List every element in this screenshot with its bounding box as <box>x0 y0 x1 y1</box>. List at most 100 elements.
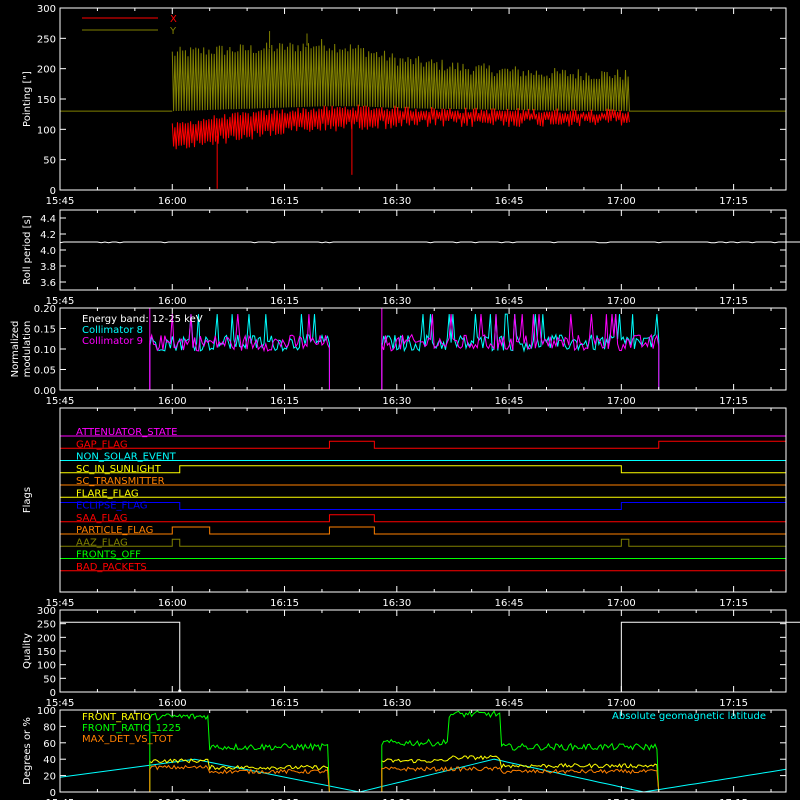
pointing-ytick-label: 150 <box>37 95 56 106</box>
pointing-x-series <box>171 104 630 150</box>
ratios-ytick-label: 20 <box>43 772 56 783</box>
roll-xtick-label: 17:00 <box>607 296 636 307</box>
flag-label: SC_TRANSMITTER <box>76 476 165 487</box>
pointing-ytick-label: 200 <box>37 65 56 76</box>
pointing-ylabel: Pointing ["] <box>22 71 33 127</box>
annotation-label: Absolute geomagnetic latitude <box>612 711 766 722</box>
legend-label: Collimator 8 <box>82 325 143 336</box>
flag-saa_flag <box>60 514 786 523</box>
modulation-series-0 <box>381 313 660 391</box>
legend-label: FRONT_RATIO_1225 <box>82 723 181 734</box>
quality-xtick-label: 16:15 <box>270 698 299 709</box>
roll-xtick-label: 16:45 <box>495 296 524 307</box>
pointing-ytick-label: 300 <box>37 4 56 15</box>
quality-ytick-label: 0 <box>50 688 56 699</box>
modulation-xtick-label: 17:15 <box>719 396 748 407</box>
legend-label: Energy band: 12-25 keV <box>82 314 203 325</box>
quality-xtick-label: 16:00 <box>158 698 187 709</box>
pointing-xtick-label: 16:45 <box>495 196 524 207</box>
flags-xtick-label: 16:00 <box>158 598 187 609</box>
ratios-ytick-label: 0 <box>50 788 56 799</box>
quality-ytick-label: 150 <box>37 647 56 658</box>
modulation-xtick-label: 16:30 <box>382 396 411 407</box>
pointing-ytick-label: 0 <box>50 186 56 197</box>
legend-label: X <box>170 14 177 25</box>
modulation-ytick-label: 0.00 <box>34 386 56 397</box>
pointing-xtick-label: 15:45 <box>46 196 75 207</box>
pointing-xtick-label: 16:00 <box>158 196 187 207</box>
quality-series <box>60 621 800 693</box>
quality-xtick-label: 16:45 <box>495 698 524 709</box>
ratio-series-front_ratio <box>149 754 660 793</box>
modulation-panel: Energy band: 12-25 keVCollimator 8Collim… <box>10 304 787 407</box>
flag-label: ECLIPSE_FLAG <box>76 501 147 512</box>
modulation-xtick-label: 16:00 <box>158 396 187 407</box>
roll-panel: 15:45 16:00 16:15 16:30 16:45 17:00 17:153.63.… <box>22 209 800 307</box>
pointing-xtick-label: 17:15 <box>719 196 748 207</box>
roll-xtick-label: 16:15 <box>270 296 299 307</box>
flag-label: FLARE_FLAG <box>76 488 139 499</box>
quality-panel: 15:45 16:00 16:15 16:30 16:45 17:00 17:1505010… <box>22 606 800 709</box>
modulation-ytick-label: 0.05 <box>34 366 56 377</box>
roll-ytick-label: 4.2 <box>40 230 56 241</box>
modulation-ytick-label: 0.15 <box>34 325 56 336</box>
ratios-ytick-label: 80 <box>43 722 56 733</box>
quality-ylabel: Quality <box>22 633 33 669</box>
ratios-panel: FRONT_RATIOFRONT_RATIO_1225MAX_DET_VS_TO… <box>22 706 787 800</box>
pointing-ytick-label: 50 <box>43 156 56 167</box>
flags-ylabel: Flags <box>22 487 33 513</box>
flag-label: FRONTS_OFF <box>76 550 141 561</box>
quality-xtick-label: 17:00 <box>607 698 636 709</box>
flags-xtick-label: 16:15 <box>270 598 299 609</box>
flags-panel: ATTENUATOR_STATEGAP_FLAGNON_SOLAR_EVENTS… <box>22 407 787 609</box>
legend-label: Y <box>169 26 177 37</box>
modulation-series-0 <box>149 314 330 391</box>
modulation-xtick-label: 17:00 <box>607 396 636 407</box>
flag-label: SAA_FLAG <box>76 513 127 524</box>
legend-label: Collimator 9 <box>82 336 143 347</box>
pointing-xtick-label: 16:15 <box>270 196 299 207</box>
pointing-ytick-label: 250 <box>37 34 56 45</box>
modulation-ytick-label: 0.10 <box>34 345 56 356</box>
roll-frame <box>59 209 787 291</box>
flags-xtick-label: 16:45 <box>495 598 524 609</box>
modulation-xtick-label: 16:15 <box>270 396 299 407</box>
roll-xtick-label: 16:30 <box>382 296 411 307</box>
flag-label: PARTICLE_FLAG <box>76 525 153 536</box>
flag-label: GAP_FLAG <box>76 439 128 450</box>
flags-xtick-label: 17:00 <box>607 598 636 609</box>
roll-xtick-label: 16:00 <box>158 296 187 307</box>
modulation-xtick-label: 16:45 <box>495 396 524 407</box>
ratios-ytick-label: 40 <box>43 755 56 766</box>
ratio-series-front_ratio_1225 <box>149 710 660 793</box>
quality-ytick-label: 250 <box>37 620 56 631</box>
flag-gap_flag <box>60 440 786 449</box>
quality-xtick-label: 17:15 <box>719 698 748 709</box>
quality-xtick-label: 16:30 <box>382 698 411 709</box>
roll-xtick-label: 17:15 <box>719 296 748 307</box>
modulation-ylabel: Normalized <box>10 321 21 378</box>
pointing-xtick-label: 17:00 <box>607 196 636 207</box>
pointing-y-series <box>171 38 630 112</box>
modulation-ytick-label: 0.20 <box>34 304 56 315</box>
flag-label: AAZ_FLAG <box>76 537 128 548</box>
modulation-xtick-label: 15:45 <box>46 396 75 407</box>
flag-label: BAD_PACKETS <box>76 562 147 573</box>
roll-period-series <box>59 241 800 244</box>
legend-label: MAX_DET_VS_TOT <box>82 734 174 745</box>
geomagnetic-latitude-series <box>59 758 787 793</box>
roll-ytick-label: 4.4 <box>40 214 56 225</box>
flag-particle_flag <box>60 526 786 535</box>
quality-ytick-label: 300 <box>37 606 56 617</box>
legend-label: FRONT_RATIO <box>82 712 151 723</box>
flag-aaz_flag <box>60 538 786 547</box>
roll-ytick-label: 4.0 <box>40 246 56 257</box>
flag-eclipse_flag <box>60 502 786 510</box>
roll-ytick-label: 3.6 <box>40 278 56 289</box>
flag-label: ATTENUATOR_STATE <box>76 427 177 438</box>
quality-ytick-label: 200 <box>37 633 56 644</box>
quality-ytick-label: 50 <box>43 674 56 685</box>
pointing-panel: XY 15:45 16:00 16:15 16:30 16:45 17:00 17:15 0 50… <box>22 4 787 207</box>
data-quality-figure: XY 15:45 16:00 16:15 16:30 16:45 17:00 17:15 0 50… <box>0 0 800 800</box>
pointing-ytick-label: 100 <box>37 125 56 136</box>
